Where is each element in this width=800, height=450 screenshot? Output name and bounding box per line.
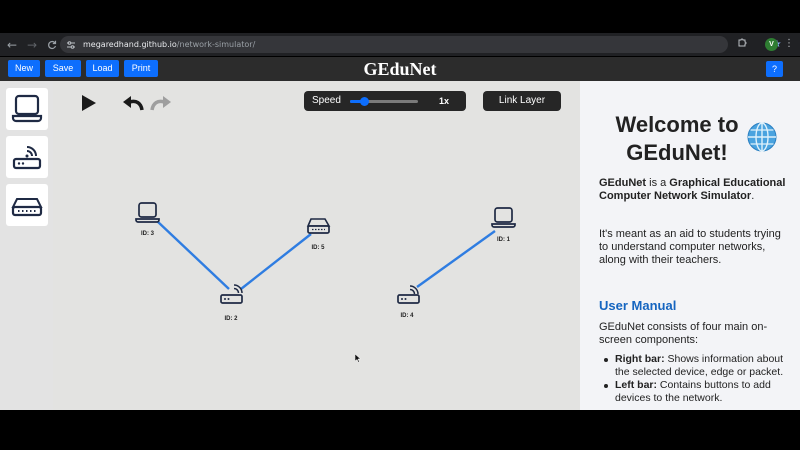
url-path: /network-simulator/ — [176, 40, 256, 49]
add-router-button[interactable] — [6, 136, 48, 178]
site-info-icon[interactable] — [64, 38, 78, 52]
left-bar — [0, 81, 53, 410]
back-icon[interactable]: ← — [4, 37, 20, 53]
browser-menu-icon[interactable]: ⋮ — [784, 37, 794, 51]
user-manual-heading: User Manual — [599, 298, 677, 313]
help-button[interactable]: ? — [766, 61, 783, 77]
link-4-1[interactable] — [416, 230, 496, 288]
intro-is-a: is a — [646, 177, 670, 189]
app-header: New Save Load Print GEduNet ? — [0, 57, 800, 81]
network-canvas[interactable]: Speed 1x Link Layer ID: 3 ID: 5 ID: 2 ID… — [53, 81, 580, 410]
user-manual-list: Right bar: Shows information about the s… — [604, 353, 790, 405]
add-switch-button[interactable] — [6, 184, 48, 226]
forward-icon[interactable]: → — [24, 37, 40, 53]
list-item-term: Right bar: — [615, 353, 665, 365]
device-id-label: ID: 5 — [311, 245, 325, 251]
switch-icon — [11, 198, 43, 217]
right-bar: Welcome to GEduNet! GEduNet is a Graphic… — [580, 81, 800, 410]
user-manual-intro: GEduNet consists of four main on-screen … — [599, 321, 768, 346]
app-title: GEduNet — [363, 59, 437, 79]
mouse-cursor-icon — [355, 354, 361, 363]
welcome-title: Welcome to GEduNet! — [615, 112, 739, 165]
device-id-label: ID: 3 — [141, 231, 155, 237]
device-host-1[interactable]: ID: 1 — [491, 207, 516, 243]
globe-icon — [747, 122, 777, 152]
device-id-label: ID: 2 — [224, 316, 238, 322]
browser-toolbar: ← → megaredhand.github.io/network-simula… — [0, 33, 800, 56]
device-router-4[interactable]: ID: 4 — [397, 285, 420, 319]
list-item-term: Left bar: — [615, 379, 657, 391]
host-icon — [11, 94, 43, 123]
intro-end: . — [751, 190, 755, 202]
purpose-paragraph: It's meant as an aid to students trying … — [599, 228, 781, 266]
add-host-button[interactable] — [6, 88, 48, 130]
link-3-2[interactable] — [156, 220, 230, 290]
save-button[interactable]: Save — [45, 60, 81, 77]
new-button[interactable]: New — [8, 60, 40, 77]
router-icon — [12, 146, 42, 170]
profile-avatar[interactable]: V — [765, 38, 778, 51]
device-id-label: ID: 1 — [497, 237, 511, 243]
letterbox-bottom — [0, 410, 800, 450]
network-graph: ID: 3 ID: 5 ID: 2 ID: 4 ID: 1 — [135, 202, 516, 322]
address-bar[interactable]: megaredhand.github.io/network-simulator/… — [60, 36, 781, 53]
screenshot-root: ← → megaredhand.github.io/network-simula… — [0, 0, 800, 450]
list-item: Right bar: Shows information about the s… — [604, 353, 790, 379]
list-item: Left bar: Contains buttons to add device… — [604, 379, 790, 405]
print-button[interactable]: Print — [124, 60, 158, 77]
device-host-3[interactable]: ID: 3 — [135, 202, 160, 237]
device-id-label: ID: 4 — [400, 313, 414, 319]
device-router-2[interactable]: ID: 2 — [220, 284, 243, 322]
link-2-5[interactable] — [240, 233, 312, 290]
refresh-icon[interactable] — [44, 37, 60, 53]
url-host: megaredhand.github.io — [83, 40, 177, 49]
intro-name: GEduNet — [599, 177, 647, 189]
intro-paragraph: GEduNet is a Graphical Educational Compu… — [599, 177, 789, 203]
extensions-icon[interactable] — [736, 37, 748, 51]
url-text[interactable]: megaredhand.github.io/network-simulator/ — [83, 40, 255, 49]
load-button[interactable]: Load — [86, 60, 119, 77]
